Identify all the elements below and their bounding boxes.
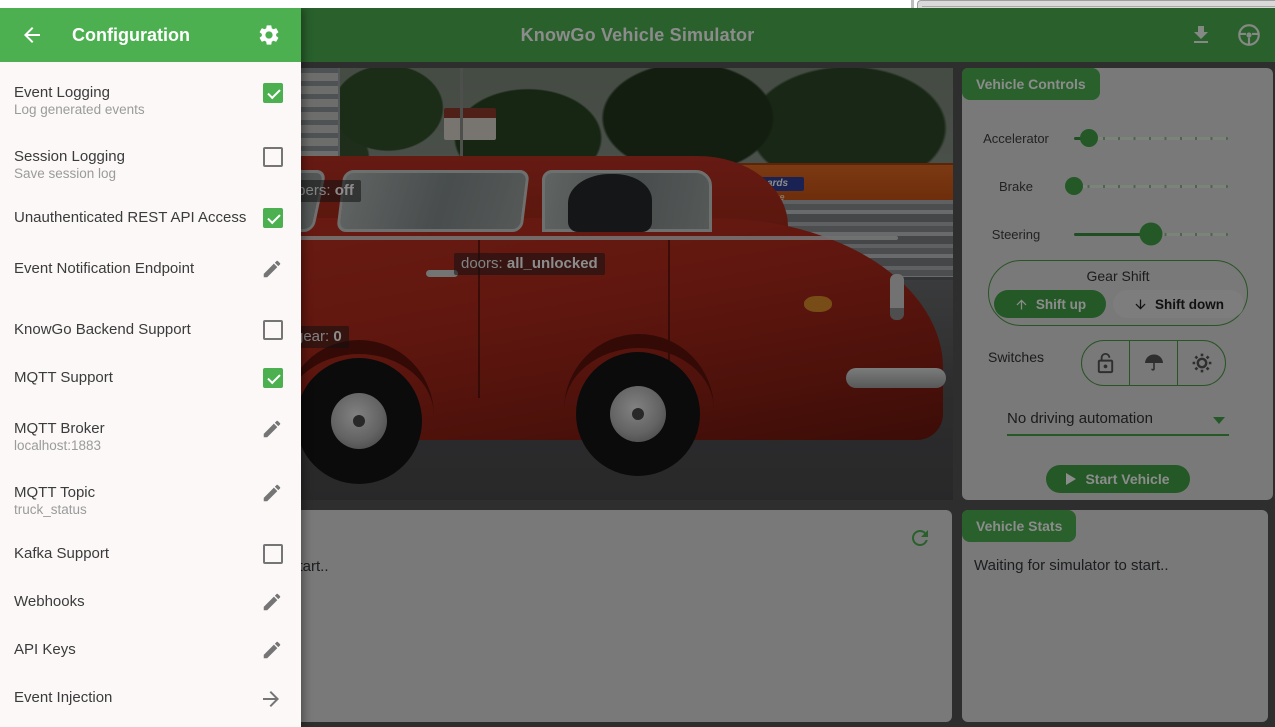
config-item-mqtt-support[interactable]: MQTT Support [14,368,289,388]
arrow-back-icon [24,27,40,43]
checkbox[interactable] [263,544,283,564]
pencil-icon [263,260,281,278]
pencil-icon [263,484,281,502]
checkbox[interactable] [263,320,283,340]
app-window: KnowGo Vehicle Simulator Kennards Self S… [0,0,1275,727]
open-button[interactable] [259,687,283,716]
drawer-header: Configuration [0,8,301,62]
checkbox[interactable] [263,83,283,103]
gear-icon [259,25,279,45]
checkbox[interactable] [263,368,283,388]
config-item-knowgo-backend[interactable]: KnowGo Backend Support [14,320,289,340]
arrow-forward-icon [263,691,279,707]
config-item-mqtt-broker[interactable]: MQTT Broker localhost:1883 [14,420,289,454]
edit-button[interactable] [261,482,283,509]
background-window-edge [917,0,1275,8]
config-item-mqtt-topic[interactable]: MQTT Topic truck_status [14,484,289,518]
config-item-kafka-support[interactable]: Kafka Support [14,544,289,564]
window-divider [911,0,914,8]
config-item-event-notification-endpoint[interactable]: Event Notification Endpoint [14,260,289,278]
pencil-icon [263,420,281,438]
configuration-drawer: Configuration Event Logging Log generate… [0,8,301,727]
config-item-unauthenticated-rest-api[interactable]: Unauthenticated REST API Access [14,208,289,228]
back-button[interactable] [12,15,52,55]
checkbox[interactable] [263,208,283,228]
checkbox[interactable] [263,147,283,167]
config-item-session-logging[interactable]: Session Logging Save session log [14,147,289,182]
drawer-title: Configuration [72,24,190,45]
pencil-icon [263,641,281,659]
edit-button[interactable] [261,591,283,618]
edit-button[interactable] [261,418,283,445]
config-item-webhooks[interactable]: Webhooks [14,593,289,611]
edit-button[interactable] [261,258,283,285]
settings-button[interactable] [249,15,289,55]
config-item-event-logging[interactable]: Event Logging Log generated events [14,83,289,118]
config-item-event-injection[interactable]: Event Injection [14,689,289,707]
pencil-icon [263,593,281,611]
background-window-strip [0,0,1275,8]
config-item-api-keys[interactable]: API Keys [14,641,289,659]
modal-scrim[interactable] [301,8,1275,727]
edit-button[interactable] [261,639,283,666]
